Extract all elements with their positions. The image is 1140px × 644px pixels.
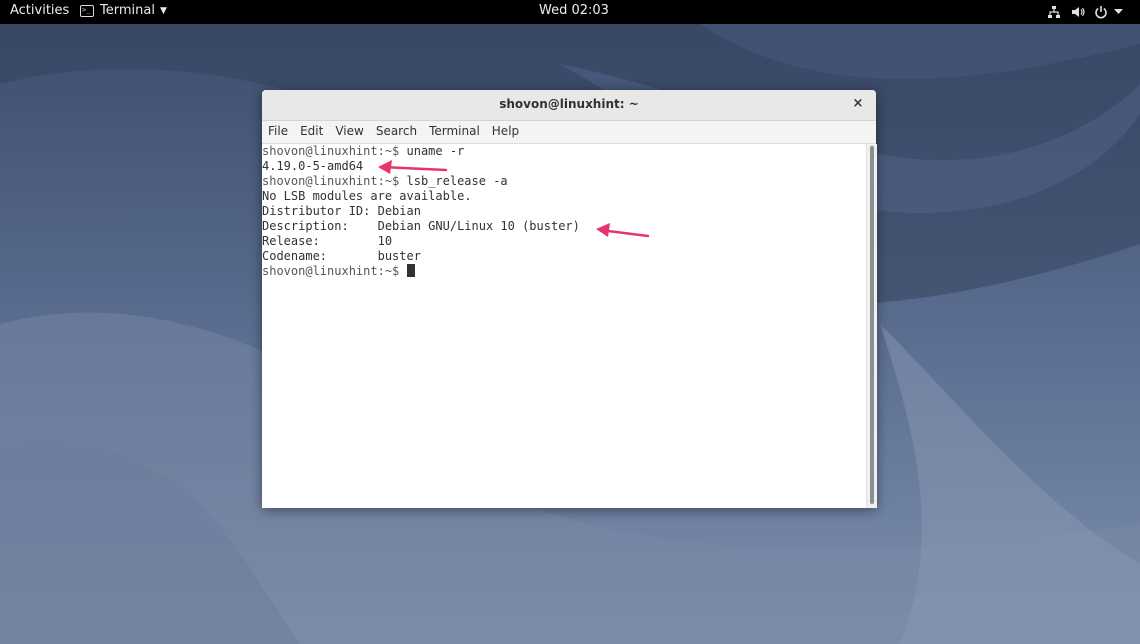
window-title: shovon@linuxhint: ~ (499, 97, 639, 111)
menu-help[interactable]: Help (486, 121, 525, 143)
terminal-line: Description: Debian GNU/Linux 10 (buster… (262, 219, 866, 234)
output-text: Description: Debian GNU/Linux 10 (buster… (262, 219, 580, 233)
menu-file[interactable]: File (262, 121, 294, 143)
clock[interactable]: Wed 02:03 (539, 3, 609, 18)
window-titlebar[interactable]: shovon@linuxhint: ~ × (262, 90, 876, 121)
terminal-output[interactable]: shovon@linuxhint:~$ uname -r 4.19.0-5-am… (262, 144, 866, 508)
terminal-line: Release: 10 (262, 234, 866, 249)
power-icon[interactable] (1092, 0, 1110, 24)
terminal-line: shovon@linuxhint:~$ (262, 264, 866, 279)
app-menu-label: Terminal (100, 3, 155, 18)
prompt: shovon@linuxhint:~$ (262, 144, 407, 158)
volume-icon[interactable] (1068, 0, 1088, 24)
menu-terminal[interactable]: Terminal (423, 121, 486, 143)
terminal-line: Codename: buster (262, 249, 866, 264)
menu-bar: File Edit View Search Terminal Help (262, 121, 876, 144)
top-bar: Activities >_ Terminal ▼ Wed 02:03 (0, 0, 1140, 24)
activities-button[interactable]: Activities (10, 3, 69, 18)
terminal-scrollbar[interactable] (866, 144, 877, 508)
menu-view[interactable]: View (329, 121, 369, 143)
prompt: shovon@linuxhint:~$ (262, 264, 407, 278)
app-menu-button[interactable]: >_ Terminal ▼ (80, 3, 167, 18)
terminal-line: No LSB modules are available. (262, 189, 866, 204)
output-text: Release: 10 (262, 234, 393, 248)
caret-down-icon: ▼ (159, 5, 167, 16)
chevron-down-icon[interactable] (1110, 0, 1126, 24)
network-icon[interactable] (1042, 0, 1066, 24)
output-text: Distributor ID: Debian (262, 204, 421, 218)
output-text: No LSB modules are available. (262, 189, 472, 203)
terminal-line: shovon@linuxhint:~$ uname -r (262, 144, 866, 159)
terminal-line: shovon@linuxhint:~$ lsb_release -a (262, 174, 866, 189)
menu-edit[interactable]: Edit (294, 121, 329, 143)
output-text: Codename: buster (262, 249, 421, 263)
close-button[interactable]: × (851, 97, 865, 111)
menu-search[interactable]: Search (370, 121, 423, 143)
scrollbar-thumb[interactable] (870, 146, 874, 504)
output-text: 4.19.0-5-amd64 (262, 159, 364, 173)
command-text: lsb_release -a (406, 174, 508, 188)
terminal-line: 4.19.0-5-amd64 (262, 159, 866, 174)
terminal-line: Distributor ID: Debian (262, 204, 866, 219)
command-text: uname -r (406, 144, 465, 158)
text-cursor (406, 264, 415, 277)
system-tray[interactable] (1042, 0, 1140, 24)
prompt: shovon@linuxhint:~$ (262, 174, 407, 188)
terminal-icon: >_ (80, 4, 94, 17)
terminal-window[interactable]: shovon@linuxhint: ~ × File Edit View Sea… (262, 90, 877, 508)
